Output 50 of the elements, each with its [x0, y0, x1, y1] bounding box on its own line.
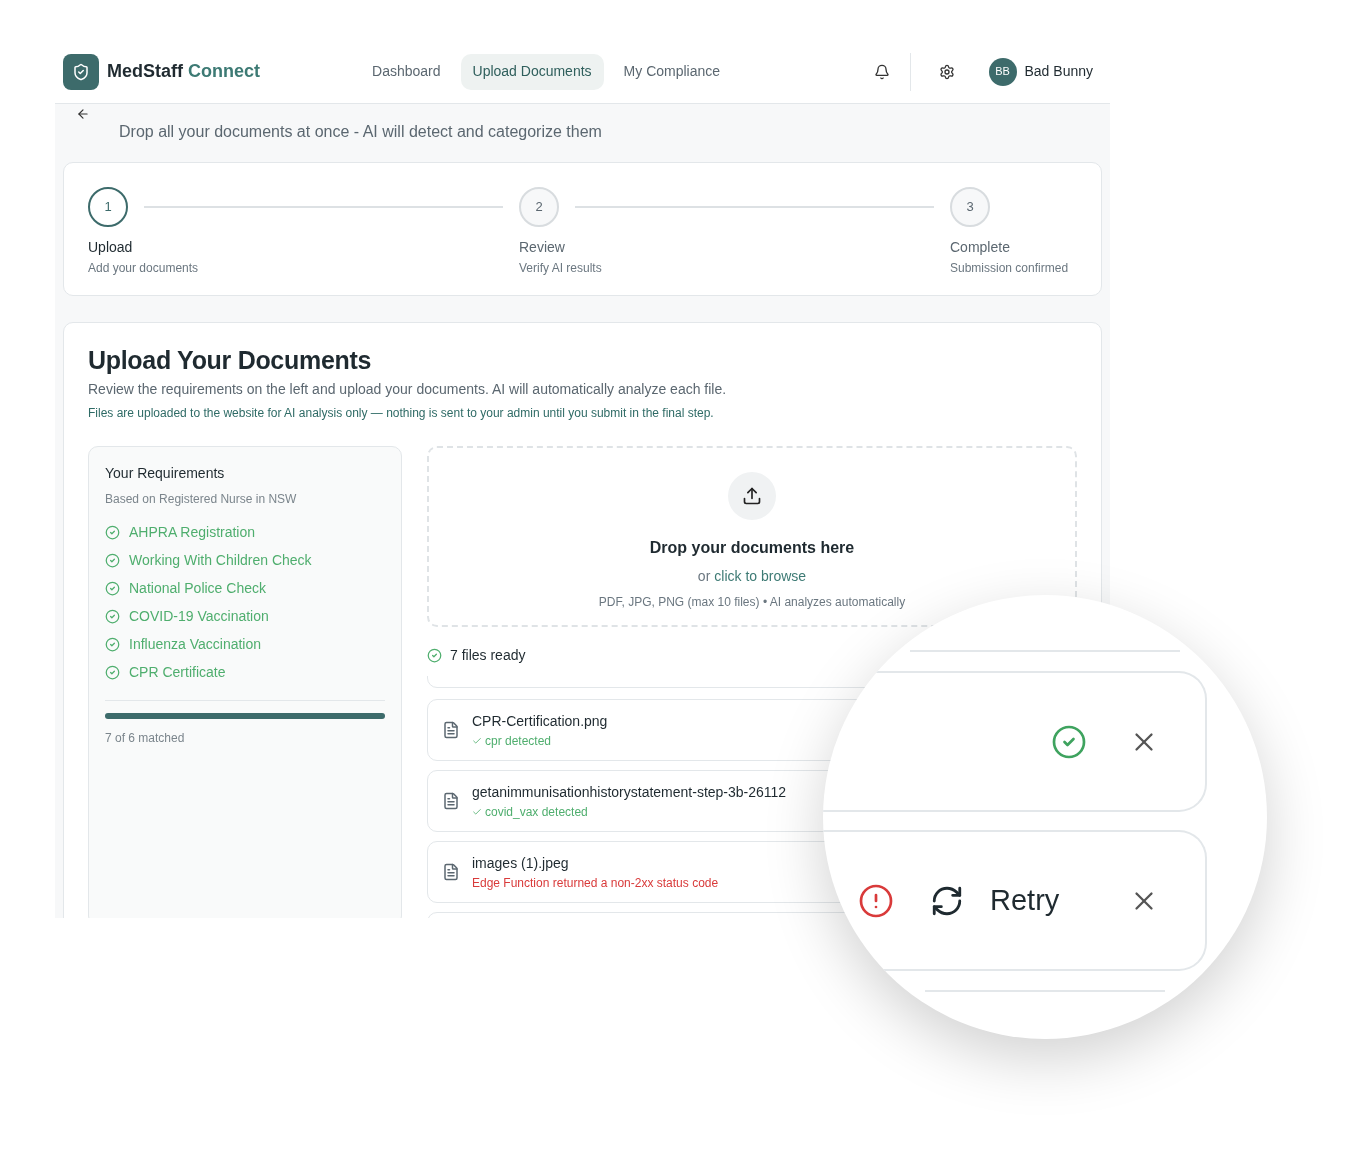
step-label: Upload [88, 238, 133, 257]
step-label: Review [519, 238, 565, 257]
requirement-label: CPR Certificate [129, 662, 226, 682]
file-status: Edge Function returned a non-2xx status code [472, 874, 719, 892]
privacy-note: Files are uploaded to the website for AI analysis only — nothing is sent to your admin until you submit in the final step. [88, 405, 715, 422]
user-avatar[interactable]: BB [988, 57, 1017, 86]
requirement-label: AHPRA Registration [129, 522, 256, 542]
user-name: Bad Bunny [1024, 62, 1093, 81]
check-icon [472, 735, 482, 746]
step-label: Complete [950, 238, 1010, 257]
step-description: Verify AI results [519, 260, 602, 277]
file-name: CPR-Certification.png [472, 711, 608, 731]
shield-logo-icon [63, 53, 99, 90]
section-description: Review the requirements on the left and upload your documents. AI will automatically analyze each file. [88, 380, 728, 399]
upload-icon [728, 472, 776, 520]
browse-link[interactable]: click to browse [714, 566, 807, 587]
requirements-subtitle: Based on Registered Nurse in NSW [105, 491, 297, 508]
nav-tab[interactable]: My Compliance [611, 53, 733, 90]
file-status: covid_vax detected [472, 802, 588, 821]
file-icon [442, 721, 460, 739]
progress-summary: 7 of 6 matched [105, 730, 185, 747]
files-ready-label: 7 files ready [450, 646, 526, 665]
page-subtitle: Drop all your documents at once - AI will detect and categorize them [119, 122, 602, 142]
nav-tab[interactable]: Dashboard [360, 53, 453, 90]
nav-tab[interactable]: Upload Documents [460, 53, 604, 90]
requirement-label: COVID-19 Vaccination [129, 606, 269, 626]
requirements-title: Your Requirements [105, 464, 225, 483]
back-icon[interactable] [76, 107, 90, 121]
drop-title: Drop your documents here [649, 538, 855, 558]
requirement-label: National Police Check [129, 578, 266, 598]
file-hint: PDF, JPG, PNG (max 10 files) • AI analyzes automatically [598, 594, 906, 611]
step-description: Submission confirmed [950, 260, 1069, 277]
settings-icon[interactable] [938, 63, 955, 80]
requirement-label: Influenza Vaccination [129, 634, 262, 654]
retry-button[interactable]: Retry [930, 878, 1060, 923]
brand-name: MedStaff Connect [107, 60, 260, 83]
file-name: getanimmunisationhistorystatement-step-3b-26112 [472, 782, 787, 802]
file-icon [442, 863, 460, 881]
or-label: or [697, 567, 711, 586]
file-name: images (1).jpeg [472, 853, 569, 873]
check-circle-icon [1051, 723, 1087, 760]
check-circle-icon [427, 648, 442, 663]
step-description: Add your documents [88, 260, 199, 277]
alert-circle-icon [858, 882, 894, 919]
notifications-icon[interactable] [873, 63, 890, 80]
check-icon [472, 806, 482, 817]
section-title: Upload Your Documents [88, 345, 373, 375]
file-status: cpr detected [472, 731, 552, 750]
requirement-label: Working With Children Check [129, 550, 312, 570]
file-icon [442, 792, 460, 810]
